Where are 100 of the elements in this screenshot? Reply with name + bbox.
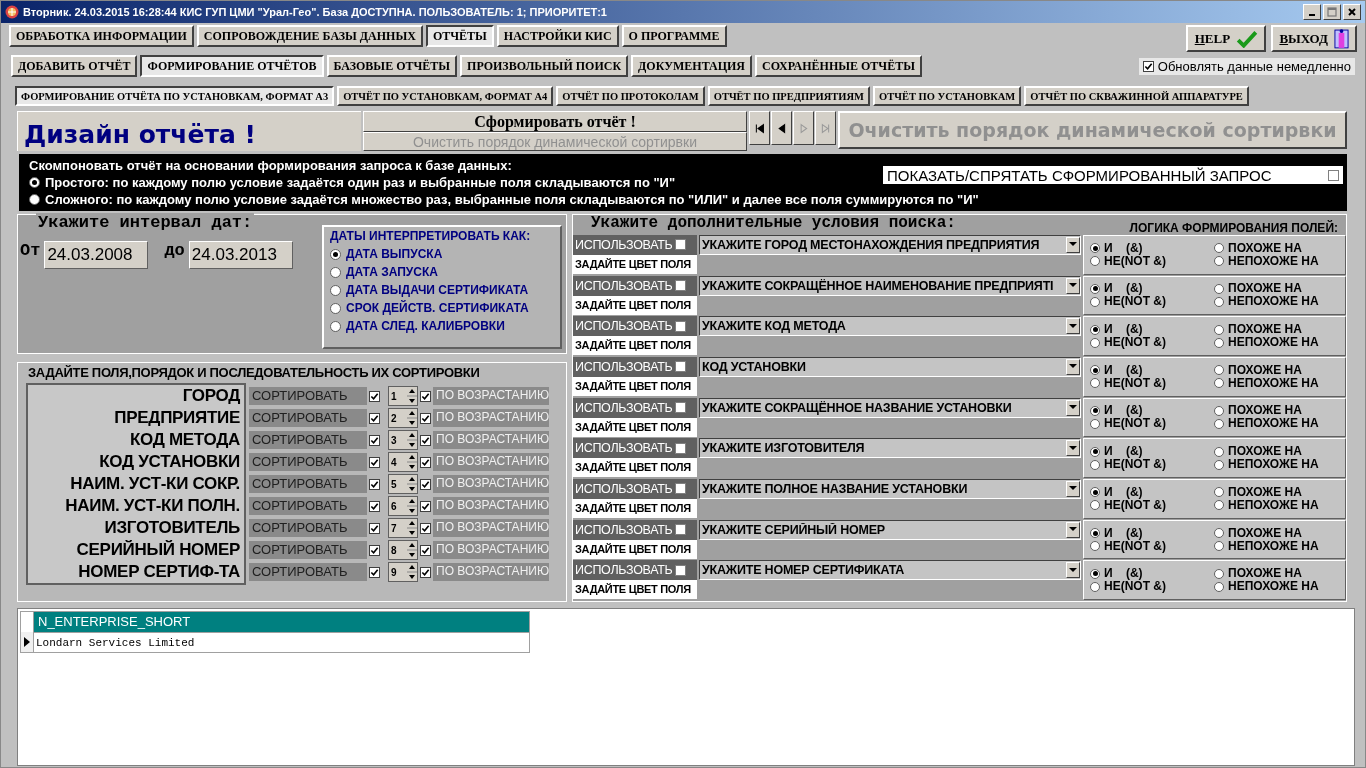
checkbox[interactable]: [674, 402, 686, 414]
radio-button[interactable]: [1214, 405, 1224, 416]
radio-button[interactable]: [330, 320, 341, 332]
menu-tab[interactable]: О ПРОГРАММЕ: [621, 25, 727, 47]
radio-button[interactable]: [1214, 324, 1224, 335]
close-icon[interactable]: [1343, 4, 1361, 20]
condition-dropdown[interactable]: УКАЖИТЕ ПОЛНОЕ НАЗВАНИЕ УСТАНОВКИ: [699, 478, 1081, 499]
column-header[interactable]: N_ENTERPRISE_SHORT: [34, 612, 529, 632]
record-nav-button[interactable]: [749, 111, 770, 145]
condition-dropdown[interactable]: УКАЖИТЕ НОМЕР СЕРТИФИКАТА: [699, 560, 1081, 581]
radio-button[interactable]: [1090, 324, 1100, 335]
radio-button[interactable]: [1090, 243, 1100, 254]
radio-button[interactable]: [1214, 541, 1224, 551]
condition-dropdown[interactable]: УКАЖИТЕ СЕРИЙНЫЙ НОМЕР: [699, 519, 1081, 540]
report-tab[interactable]: ОТЧЁТ ПО ПРОТОКОЛАМ: [556, 86, 705, 106]
field-color-label[interactable]: ЗАДАЙТЕ ЦВЕТ ПОЛЯ: [573, 580, 697, 600]
checkbox[interactable]: [674, 524, 686, 536]
auto-update-checkbox[interactable]: Обновлять данные немедленно: [1138, 57, 1355, 75]
checkbox[interactable]: [420, 522, 431, 534]
checkbox[interactable]: [369, 566, 380, 578]
radio-button[interactable]: [1090, 378, 1100, 389]
checkbox[interactable]: [420, 544, 431, 556]
radio-button[interactable]: [1090, 459, 1100, 470]
order-spinner[interactable]: 4: [388, 452, 418, 472]
checkbox[interactable]: [674, 320, 686, 332]
radio-button[interactable]: [1214, 528, 1224, 538]
checkbox[interactable]: [1328, 169, 1339, 181]
radio-button[interactable]: [1090, 405, 1100, 416]
order-spinner[interactable]: 9: [388, 562, 418, 582]
sub-tab[interactable]: ПРОИЗВОЛЬНЫЙ ПОИСК: [460, 55, 629, 77]
checkbox[interactable]: [369, 544, 380, 556]
checkbox[interactable]: [369, 456, 380, 468]
condition-dropdown[interactable]: УКАЖИТЕ СОКРАЩЁННОЕ НАИМЕНОВАНИЕ ПРЕДПРИЯТІ: [699, 275, 1081, 296]
menu-tab[interactable]: НАСТРОЙКИ КИС: [496, 25, 619, 47]
radio-button[interactable]: [1214, 256, 1224, 267]
checkbox[interactable]: [420, 478, 431, 490]
order-spinner[interactable]: 7: [388, 518, 418, 538]
menu-tab[interactable]: ОТЧЁТЫ: [425, 25, 494, 47]
checkbox[interactable]: [674, 442, 686, 454]
radio-button[interactable]: [330, 284, 341, 296]
radio-button[interactable]: [1214, 568, 1224, 579]
field-color-label[interactable]: ЗАДАЙТЕ ЦВЕТ ПОЛЯ: [573, 336, 697, 356]
radio-button[interactable]: [1214, 378, 1224, 389]
radio-button[interactable]: [1214, 283, 1224, 294]
record-nav-button[interactable]: [771, 111, 792, 145]
report-tab[interactable]: ФОРМИРОВАНИЕ ОТЧЁТА ПО УСТАНОВКАМ, ФОРМАТ А3: [15, 86, 335, 106]
order-spinner[interactable]: 6: [388, 496, 418, 516]
checkbox[interactable]: [369, 434, 380, 446]
radio-button[interactable]: [1090, 256, 1100, 267]
date-from-field[interactable]: 24.03.2008: [44, 241, 149, 269]
field-color-label[interactable]: ЗАДАЙТЕ ЦВЕТ ПОЛЯ: [573, 458, 697, 478]
checkbox[interactable]: [674, 361, 686, 373]
menu-tab[interactable]: СОПРОВОЖДЕНИЕ БАЗЫ ДАННЫХ: [196, 25, 423, 47]
generate-report-button[interactable]: Сформировать отчёт !: [363, 111, 747, 132]
checkbox[interactable]: [674, 483, 686, 495]
checkbox[interactable]: [369, 390, 380, 402]
help-button[interactable]: HELP: [1186, 25, 1267, 52]
radio-button[interactable]: [1090, 487, 1100, 498]
exit-button[interactable]: ВЫХОД: [1271, 25, 1357, 52]
checkbox[interactable]: [369, 522, 380, 534]
radio-button[interactable]: [1214, 446, 1224, 457]
radio-button[interactable]: [330, 266, 341, 278]
condition-dropdown[interactable]: УКАЖИТЕ ГОРОД МЕСТОНАХОЖДЕНИЯ ПРЕДПРИЯТИЯ: [699, 234, 1081, 255]
order-spinner[interactable]: 5: [388, 474, 418, 494]
radio-button[interactable]: [1090, 500, 1100, 511]
radio-button[interactable]: [1214, 459, 1224, 470]
checkbox[interactable]: [369, 500, 380, 512]
radio-button[interactable]: [1214, 365, 1224, 376]
condition-dropdown[interactable]: УКАЖИТЕ СОКРАЩЁННОЕ НАЗВАНИЕ УСТАНОВКИ: [699, 397, 1081, 418]
sub-tab[interactable]: СОХРАНЁННЫЕ ОТЧЁТЫ: [755, 55, 922, 77]
checkbox[interactable]: [369, 478, 380, 490]
condition-dropdown[interactable]: КОД УСТАНОВКИ: [699, 356, 1081, 377]
minimize-icon[interactable]: [1303, 4, 1321, 20]
radio-button[interactable]: [1214, 487, 1224, 498]
checkbox[interactable]: [369, 412, 380, 424]
radio-button[interactable]: [1214, 418, 1224, 429]
sub-tab[interactable]: ФОРМИРОВАНИЕ ОТЧЁТОВ: [140, 55, 324, 77]
sub-tab[interactable]: ДОКУМЕНТАЦИЯ: [631, 55, 753, 77]
radio-button[interactable]: [1090, 365, 1100, 376]
radio-button[interactable]: [1214, 296, 1224, 307]
order-spinner[interactable]: 2: [388, 408, 418, 428]
checkbox[interactable]: [420, 566, 431, 578]
sub-tab[interactable]: ДОБАВИТЬ ОТЧЁТ: [11, 55, 138, 77]
order-spinner[interactable]: 1: [388, 386, 418, 406]
menu-tab[interactable]: ОБРАБОТКА ИНФОРМАЦИИ: [9, 25, 194, 47]
maximize-icon[interactable]: [1323, 4, 1341, 20]
condition-dropdown[interactable]: УКАЖИТЕ КОД МЕТОДА: [699, 316, 1081, 337]
report-tab[interactable]: ОТЧЁТ ПО УСТАНОВКАМ, ФОРМАТ А4: [337, 86, 554, 106]
order-spinner[interactable]: 8: [388, 540, 418, 560]
radio-button[interactable]: [29, 176, 40, 188]
radio-button[interactable]: [1090, 283, 1100, 294]
checkbox[interactable]: [420, 500, 431, 512]
radio-button[interactable]: [1090, 528, 1100, 538]
radio-button[interactable]: [1090, 568, 1100, 579]
checkbox[interactable]: [420, 412, 431, 424]
radio-button[interactable]: [1214, 500, 1224, 511]
report-tab[interactable]: ОТЧЁТ ПО СКВАЖИННОЙ АППАРАТУРЕ: [1024, 86, 1249, 106]
sub-tab[interactable]: БАЗОВЫЕ ОТЧЁТЫ: [326, 55, 458, 77]
checkbox[interactable]: [674, 239, 686, 251]
order-spinner[interactable]: 3: [388, 430, 418, 450]
